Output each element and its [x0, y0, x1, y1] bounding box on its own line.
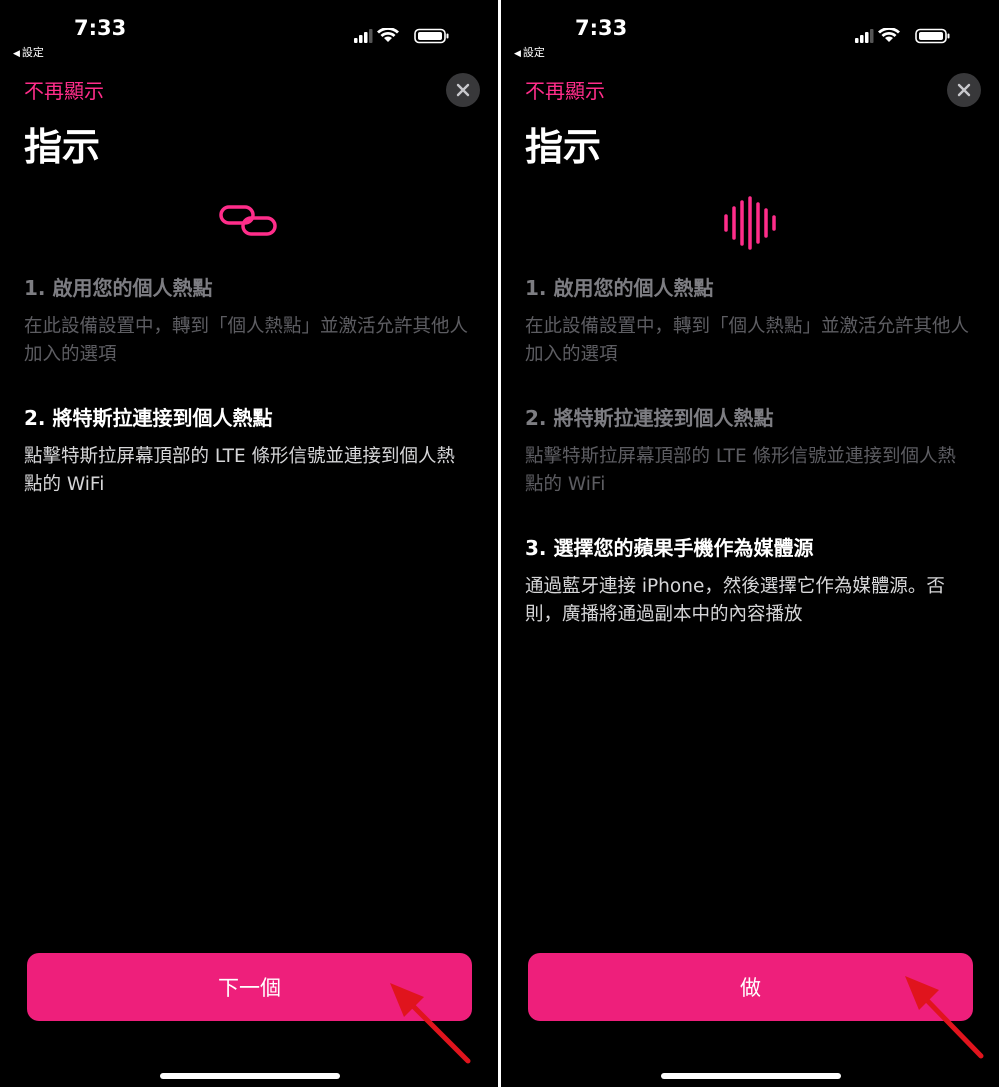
status-icons [855, 28, 955, 44]
page-title: 指示 [525, 125, 602, 169]
annotation-arrow-icon [905, 976, 984, 1059]
back-to-settings-link[interactable]: ◀ 設定 [514, 44, 545, 60]
dont-show-again-link[interactable]: 不再顯示 [525, 75, 605, 104]
back-arrow-icon: ◀ [13, 49, 20, 59]
status-time: 7:33 [575, 16, 628, 40]
step-description: 通過藍牙連接 iPhone，然後選擇它作為媒體源。否則，廣播將通過副本中的內容播… [525, 576, 945, 625]
step-2: 2. 將特斯拉連接到個人熱點 點擊特斯拉屏幕頂部的 LTE 條形信號並連接到個人… [24, 402, 472, 499]
hero-icon-container [0, 196, 498, 246]
back-label: 設定 [522, 46, 545, 59]
annotation-arrow-icon [390, 983, 471, 1064]
step-1: 1. 啟用您的個人熱點 在此設備設置中，轉到「個人熱點」並激活允許其他人加入的選… [525, 272, 973, 369]
step-title: 2. 將特斯拉連接到個人熱點 [525, 406, 774, 430]
step-3: 3. 選擇您的蘋果手機作為媒體源 通過藍牙連接 iPhone，然後選擇它作為媒體… [525, 532, 973, 629]
close-icon [957, 83, 971, 97]
close-button[interactable] [947, 73, 981, 107]
close-icon [456, 83, 470, 97]
home-indicator[interactable] [160, 1073, 340, 1079]
status-icons [354, 28, 454, 44]
back-arrow-icon: ◀ [514, 49, 521, 59]
link-icon [219, 205, 277, 236]
done-button-label: 做 [740, 976, 761, 1000]
step-description: 點擊特斯拉屏幕頂部的 LTE 條形信號並連接到個人熱點的 WiFi [24, 446, 456, 495]
step-description: 在此設備設置中，轉到「個人熱點」並激活允許其他人加入的選項 [525, 316, 970, 365]
step-description: 在此設備設置中，轉到「個人熱點」並激活允許其他人加入的選項 [24, 316, 469, 365]
next-button-label: 下一個 [218, 976, 281, 1000]
step-description: 點擊特斯拉屏幕頂部的 LTE 條形信號並連接到個人熱點的 WiFi [525, 446, 957, 495]
dont-show-again-link[interactable]: 不再顯示 [24, 75, 104, 104]
step-title: 1. 啟用您的個人熱點 [24, 276, 213, 300]
home-indicator[interactable] [661, 1073, 841, 1079]
screen-step-3: 7:33 ◀ 設定 不再顯示 指示 1. 啟用您的個人熱點 在此設備設置中，轉到… [501, 0, 999, 1087]
step-1: 1. 啟用您的個人熱點 在此設備設置中，轉到「個人熱點」並激活允許其他人加入的選… [24, 272, 472, 369]
status-time: 7:33 [74, 16, 127, 40]
signal-wifi-battery-icon [354, 28, 449, 44]
close-button[interactable] [446, 73, 480, 107]
hero-icon-container [501, 196, 999, 250]
screen-step-2: 7:33 ◀ 設定 不再顯示 指示 1. 啟用您的個人熱點 在此設備設置中，轉到「… [0, 0, 498, 1087]
step-2: 2. 將特斯拉連接到個人熱點 點擊特斯拉屏幕頂部的 LTE 條形信號並連接到個人… [525, 402, 973, 499]
signal-wifi-battery-icon [855, 28, 950, 44]
back-label: 設定 [21, 46, 44, 59]
page-title: 指示 [24, 125, 101, 169]
step-title: 3. 選擇您的蘋果手機作為媒體源 [525, 536, 814, 560]
back-to-settings-link[interactable]: ◀ 設定 [13, 44, 44, 60]
step-title: 1. 啟用您的個人熱點 [525, 276, 714, 300]
audio-waveform-icon [724, 196, 776, 250]
step-title: 2. 將特斯拉連接到個人熱點 [24, 406, 273, 430]
